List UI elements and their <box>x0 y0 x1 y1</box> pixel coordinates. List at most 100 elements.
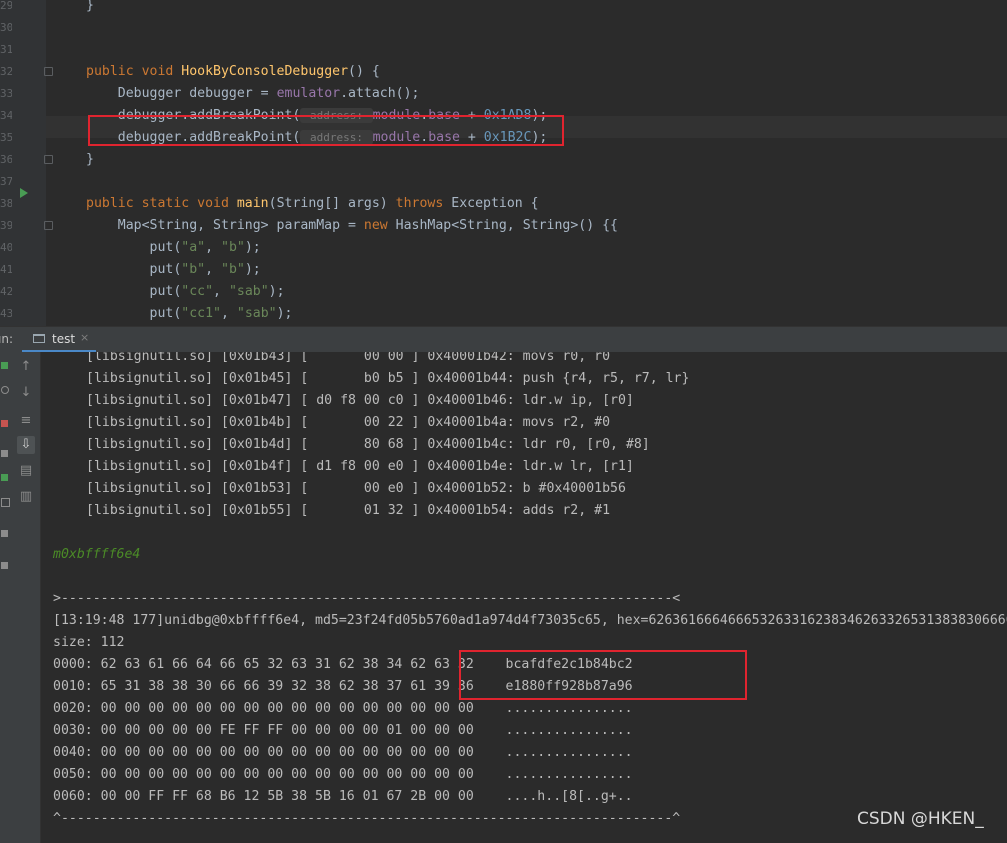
dump-bottom-border: ^---------------------------------------… <box>53 811 681 826</box>
fold-marker-icon[interactable] <box>44 67 53 76</box>
run-actions-strip <box>0 352 11 843</box>
watermark: CSDN @HKEN_ <box>857 809 984 829</box>
code-token: } <box>86 152 94 167</box>
code-editor[interactable]: 29 30 31 32 33 34 35 36 37 38 39 40 41 42 43 } public v… <box>0 0 1007 326</box>
code-token: HashMap<String, String>() {{ <box>395 218 618 233</box>
code-line[interactable]: } <box>86 149 94 171</box>
code-token: , <box>213 284 229 299</box>
prompt-line: m0xbffff6e4 <box>53 547 141 562</box>
highlight-box-breakpoint-line <box>88 115 564 146</box>
hex-dump-row: 0060: 00 00 FF FF 68 B6 12 5B 38 5B 16 0… <box>53 789 633 804</box>
code-line[interactable]: Map<String, String> paramMap = new HashM… <box>86 215 618 237</box>
code-token: Debugger debugger = <box>86 86 277 101</box>
code-token: , <box>220 306 237 321</box>
code-token: } <box>86 0 94 13</box>
code-token: put( <box>86 240 182 255</box>
disasm-line: [libsignutil.so] [0x01b4f] [ d1 f8 00 e0… <box>86 459 634 474</box>
console-tab-icon <box>33 334 45 343</box>
tab-close-icon[interactable]: × <box>80 331 89 344</box>
line-number: 38 <box>0 197 12 210</box>
dump-threads-icon[interactable] <box>1 498 10 507</box>
code-token: emulator <box>276 86 341 101</box>
line-number: 40 <box>0 241 12 254</box>
settings-icon[interactable] <box>1 530 8 537</box>
code-token: main <box>236 196 269 211</box>
dump-header: [13:19:48 177]unidbg@0xbffff6e4, md5=23f… <box>53 613 1007 628</box>
fold-marker-icon[interactable] <box>44 155 53 164</box>
code-token: "sab" <box>236 306 277 321</box>
code-token: "sab" <box>228 284 269 299</box>
code-token: new <box>363 218 396 233</box>
restore-layout-icon[interactable] <box>1 474 8 481</box>
code-line[interactable]: public static void main(String[] args) t… <box>86 193 539 215</box>
tab-test[interactable]: test × <box>22 327 96 353</box>
hex-dump-row: 0020: 00 00 00 00 00 00 00 00 00 00 00 0… <box>53 701 633 716</box>
code-line[interactable]: Debugger debugger = emulator.attach(); <box>86 83 420 105</box>
stop-icon[interactable] <box>1 420 8 427</box>
console-toolstrip: ↑ ↓ ≡ ⇩ ▤ ▥ <box>11 352 41 843</box>
disasm-line: [libsignutil.so] [0x01b53] [ 00 e0 ] 0x4… <box>86 481 626 496</box>
line-number: 41 <box>0 263 12 276</box>
code-line[interactable]: put("cc1", "sab"); <box>86 303 293 325</box>
line-number: 39 <box>0 219 12 232</box>
refresh-icon[interactable] <box>1 386 9 394</box>
code-token: ); <box>268 284 285 299</box>
code-token: put( <box>86 284 182 299</box>
soft-wrap-icon[interactable]: ≡ <box>17 412 35 430</box>
scroll-to-end-icon[interactable]: ⇩ <box>17 436 35 454</box>
scroll-up-icon[interactable]: ↑ <box>17 358 35 376</box>
code-token: "a" <box>181 240 206 255</box>
line-number: 43 <box>0 307 12 320</box>
code-token: , <box>205 262 221 277</box>
line-number: 36 <box>0 153 12 166</box>
run-gutter-icon[interactable] <box>20 188 28 198</box>
trash-icon[interactable]: ▥ <box>17 488 35 506</box>
code-token: "cc1" <box>181 306 221 321</box>
line-number: 34 <box>0 109 12 122</box>
console-output[interactable]: [libsignutil.so] [0x01b43] [ 00 00 ] 0x4… <box>41 352 1007 843</box>
more-icon[interactable] <box>1 562 8 569</box>
code-line[interactable]: } <box>86 0 94 17</box>
pause-icon[interactable] <box>1 450 8 457</box>
code-token: "cc" <box>181 284 214 299</box>
fold-marker-icon[interactable] <box>44 221 53 230</box>
code-token: HookByConsoleDebugger <box>181 64 349 79</box>
line-number: 29 <box>0 0 12 12</box>
line-number: 35 <box>0 131 12 144</box>
disasm-line: [libsignutil.so] [0x01b43] [ 00 00 ] 0x4… <box>86 352 611 364</box>
code-token: () { <box>348 64 380 79</box>
code-token: ); <box>276 306 293 321</box>
code-line[interactable]: put("cc", "sab"); <box>86 281 285 303</box>
code-line[interactable]: put("b", "b"); <box>86 259 261 281</box>
line-number: 33 <box>0 87 12 100</box>
line-number: 31 <box>0 43 12 56</box>
line-number: 32 <box>0 65 12 78</box>
hex-dump-row: 0050: 00 00 00 00 00 00 00 00 00 00 00 0… <box>53 767 633 782</box>
code-line[interactable]: public void HookByConsoleDebugger() { <box>86 61 380 83</box>
print-icon[interactable]: ▤ <box>17 462 35 480</box>
disasm-line: [libsignutil.so] [0x01b45] [ b0 b5 ] 0x4… <box>86 371 690 386</box>
run-label: Run: <box>0 332 14 346</box>
code-token: "b" <box>221 240 245 255</box>
rerun-icon[interactable] <box>1 362 8 369</box>
code-token: "b" <box>181 262 206 277</box>
code-token: put( <box>86 306 182 321</box>
code-token: Exception { <box>451 196 539 211</box>
run-toolwindow-header: Run: test × <box>0 326 1007 354</box>
hex-dump-row: 0030: 00 00 00 00 00 FE FF FF 00 00 00 0… <box>53 723 633 738</box>
disasm-line: [libsignutil.so] [0x01b4d] [ 80 68 ] 0x4… <box>86 437 650 452</box>
code-token: public void <box>86 64 182 79</box>
code-token: "b" <box>221 262 245 277</box>
scroll-down-icon[interactable]: ↓ <box>17 384 35 402</box>
disasm-line: [libsignutil.so] [0x01b55] [ 01 32 ] 0x4… <box>86 503 611 518</box>
editor-gutter: 29 30 31 32 33 34 35 36 37 38 39 40 41 42 43 <box>0 0 46 326</box>
disasm-line: [libsignutil.so] [0x01b4b] [ 00 22 ] 0x4… <box>86 415 611 430</box>
line-number: 30 <box>0 21 12 34</box>
code-token: throws <box>395 196 452 211</box>
dump-top-border: >---------------------------------------… <box>53 591 681 606</box>
hex-dump-row: 0040: 00 00 00 00 00 00 00 00 00 00 00 0… <box>53 745 633 760</box>
tab-label: test <box>52 332 76 346</box>
code-line[interactable]: put("a", "b"); <box>86 237 261 259</box>
code-token: Map<String, String> paramMap = <box>86 218 364 233</box>
code-token: ); <box>244 262 261 277</box>
